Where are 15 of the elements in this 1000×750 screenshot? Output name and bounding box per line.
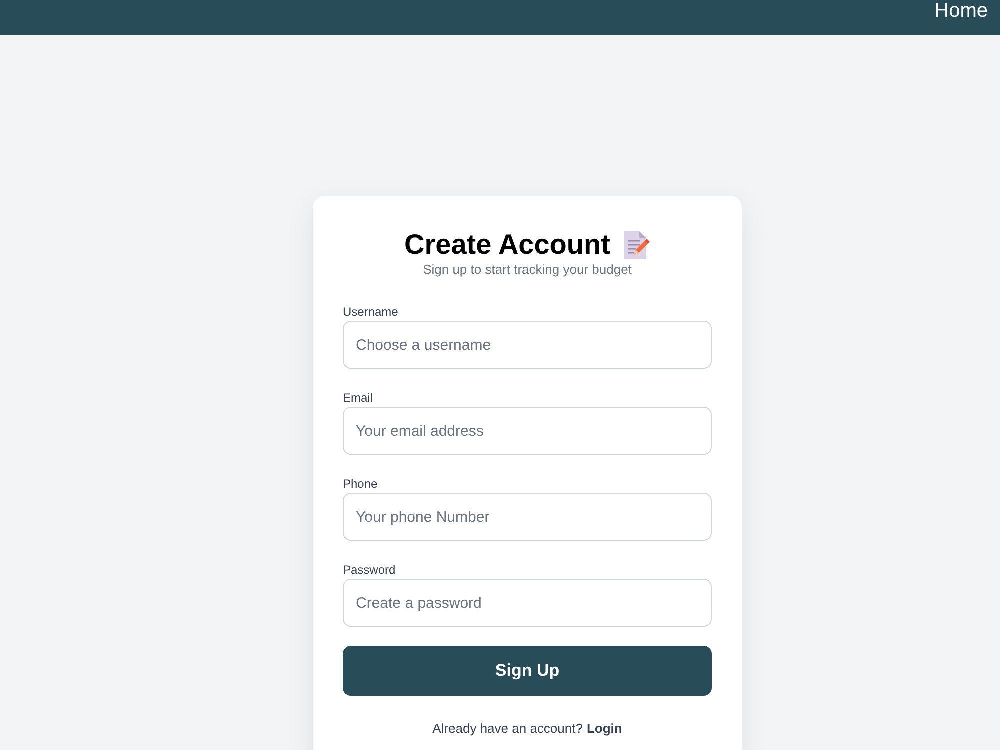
login-link[interactable]: Login — [586, 720, 622, 738]
input-field[interactable]: Choose a username — [343, 321, 712, 369]
login-prompt: Already have an account? — [432, 720, 583, 738]
field-label: Username — [343, 304, 400, 320]
field-label: Email — [343, 390, 374, 406]
input-field[interactable]: Your phone Number — [343, 493, 712, 541]
card-subtitle: Sign up to start tracking your budget — [422, 261, 633, 279]
card-title: Create Account — [404, 229, 610, 261]
input-field[interactable]: Your email address — [343, 407, 712, 455]
memo-icon — [622, 230, 650, 260]
sign-up-button[interactable]: Sign Up — [343, 646, 712, 696]
home-link[interactable]: Home — [934, 0, 988, 22]
field-label: Phone — [343, 476, 379, 492]
input-field[interactable]: Create a password — [343, 579, 712, 627]
field-label: Password — [343, 562, 397, 578]
